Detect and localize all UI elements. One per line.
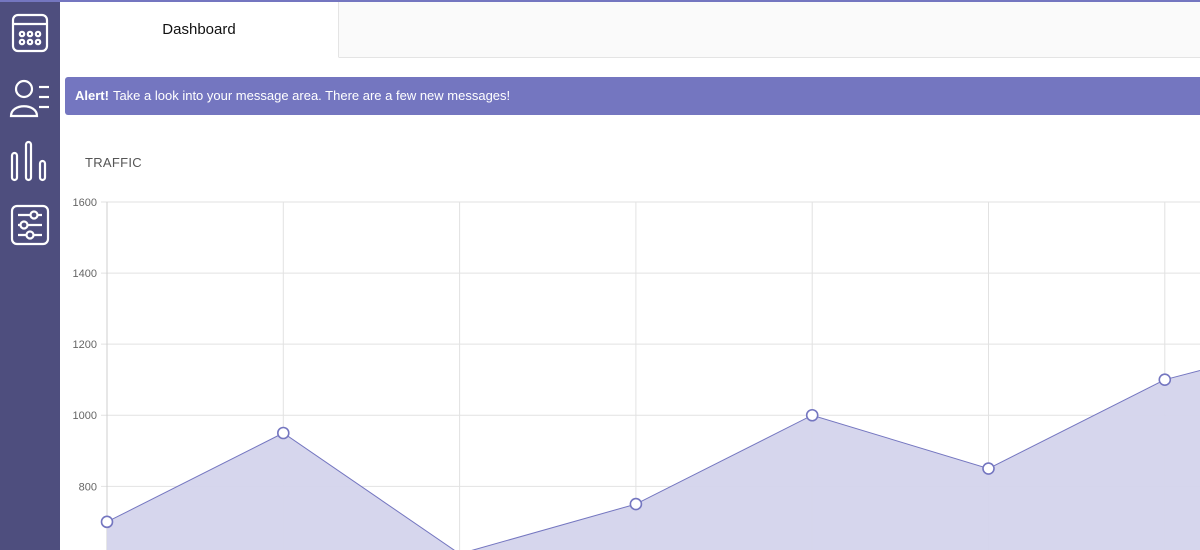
y-tick-label: 1200 <box>73 339 97 351</box>
data-point <box>805 408 819 422</box>
traffic-area <box>107 370 1200 550</box>
tab-bar: Dashboard <box>60 2 1200 58</box>
y-tick-label: 1400 <box>73 268 97 280</box>
alert-banner: Alert! Take a look into your message area… <box>65 77 1200 115</box>
calendar-icon[interactable] <box>9 11 51 55</box>
data-point <box>982 462 995 475</box>
y-tick-label: 1000 <box>73 410 97 422</box>
alert-title: Alert! <box>75 88 109 103</box>
sidebar <box>0 2 60 550</box>
y-tick-label: 800 <box>79 481 97 493</box>
section-title: TRAFFIC <box>85 155 142 170</box>
data-point <box>629 497 643 511</box>
alert-message: Take a look into your message area. Ther… <box>112 88 511 103</box>
tab-dashboard[interactable]: Dashboard <box>60 2 339 58</box>
data-point <box>1158 373 1172 386</box>
data-point <box>277 426 290 440</box>
bar-chart-icon[interactable] <box>9 139 51 183</box>
y-tick-label: 1600 <box>73 197 97 209</box>
data-point <box>100 515 114 529</box>
sliders-icon[interactable] <box>9 203 51 247</box>
traffic-chart: 800 1000 1200 1400 1600 <box>73 197 1200 550</box>
users-list-icon[interactable] <box>9 75 51 119</box>
